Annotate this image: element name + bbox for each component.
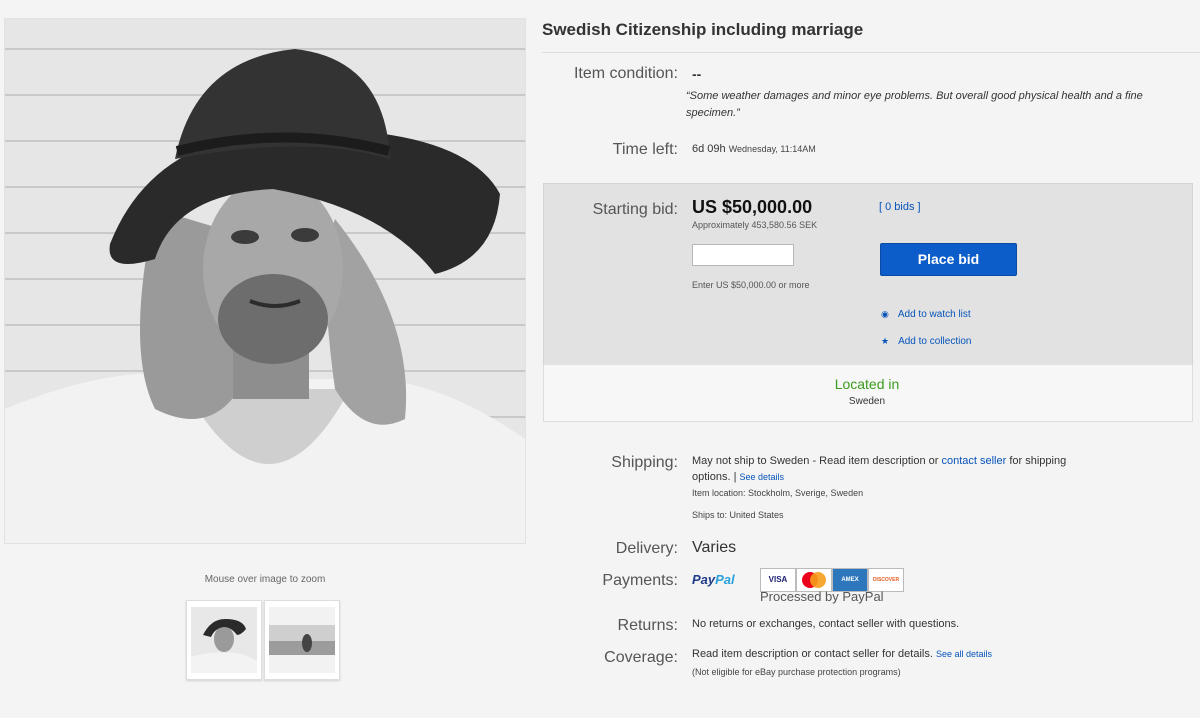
add-to-watch-list-label: Add to watch list — [897, 309, 971, 320]
see-details-link[interactable]: See details — [740, 472, 785, 482]
coverage-note: (Not eligible for eBay purchase protecti… — [692, 667, 901, 677]
starting-bid-label: Starting bid: — [592, 201, 678, 218]
delivery-value: Varies — [692, 539, 737, 556]
eye-icon: ◉ — [881, 309, 889, 319]
star-icon: ★ — [881, 336, 890, 346]
located-in-label: Located in — [834, 376, 900, 392]
shipping-text-before: May not ship to Sweden - Read item descr… — [692, 455, 939, 467]
processed-by-paypal: Processed by PayPal — [760, 589, 884, 604]
ships-to: Ships to: United States — [692, 510, 784, 520]
condition-value: -- — [692, 66, 702, 82]
shipping-text-after: for shipping — [1009, 455, 1067, 467]
coverage-label: Coverage: — [604, 649, 678, 666]
paypal-logo-pal: Pal — [715, 572, 735, 587]
time-left-duration: 6d 09h — [692, 143, 726, 155]
time-left-detail: Wednesday, 11:14AM — [728, 144, 816, 154]
item-location: Item location: Stockholm, Sverige, Swede… — [692, 488, 864, 498]
paypal-logo-pay: Pay — [692, 572, 716, 587]
item-title: Swedish Citizenship including marriage — [542, 20, 864, 39]
time-left-value: 6d 09h Wednesday, 11:14AM — [692, 143, 816, 155]
returns-label: Returns: — [617, 617, 678, 634]
shipping-label: Shipping: — [611, 454, 678, 471]
condition-note: “Some weather damages and minor eye prob… — [686, 90, 1143, 119]
bid-count-link[interactable]: [ 0 bids ] — [879, 201, 921, 213]
thumbnail-2[interactable] — [264, 600, 340, 680]
coverage-text: Read item description or contact seller … — [692, 648, 933, 660]
bid-amount-input[interactable] — [692, 244, 794, 266]
condition-label: Item condition: — [573, 65, 678, 82]
thumbnail-beach-image — [269, 607, 335, 673]
bid-minimum-hint: Enter US $50,000.00 or more — [692, 280, 810, 290]
located-in-value: Sweden — [848, 396, 886, 407]
main-product-image[interactable] — [4, 18, 526, 544]
delivery-label: Delivery: — [615, 540, 678, 557]
add-to-collection-label: Add to collection — [898, 336, 972, 347]
shipping-text: May not ship to Sweden - Read item descr… — [692, 453, 1167, 485]
location-panel — [543, 365, 1193, 422]
paypal-logo: PayPal — [692, 572, 735, 587]
returns-value: No returns or exchanges, contact seller … — [692, 618, 960, 630]
time-left-label: Time left: — [612, 141, 678, 158]
thumbnail-1[interactable] — [186, 600, 262, 680]
zoom-hint: Mouse over image to zoom — [204, 574, 326, 585]
thumbnail-portrait-image — [191, 607, 257, 673]
price-approx-sek: Approximately 453,580.56 SEK — [692, 220, 818, 230]
place-bid-button[interactable]: Place bid — [880, 243, 1017, 276]
see-all-details-link[interactable]: See all details — [936, 649, 992, 659]
title-divider — [542, 52, 1200, 53]
shipping-options-text: options. | — [692, 471, 737, 483]
add-to-watch-list-link[interactable]: ◉ Add to watch list — [881, 309, 971, 320]
starting-bid-price: US $50,000.00 — [692, 197, 813, 217]
coverage-value: Read item description or contact seller … — [692, 648, 992, 660]
portrait-photo — [5, 19, 525, 543]
payments-label: Payments: — [602, 572, 678, 589]
add-to-collection-link[interactable]: ★ Add to collection — [881, 336, 971, 347]
contact-seller-link[interactable]: contact seller — [941, 455, 1006, 467]
